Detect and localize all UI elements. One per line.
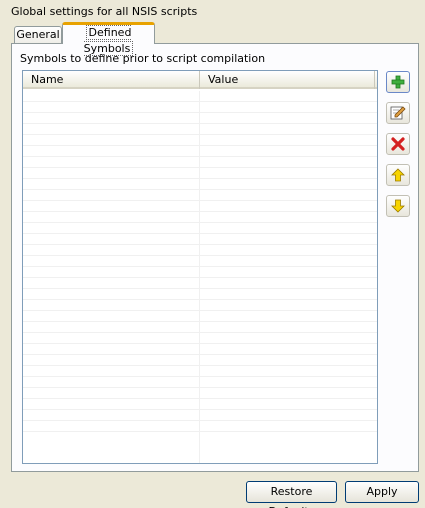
tab-defined-symbols[interactable]: Defined Symbols (62, 22, 155, 56)
empty-table-row (23, 322, 377, 333)
edit-symbol-button[interactable] (386, 102, 410, 124)
empty-table-row (23, 212, 377, 223)
panel-description: Symbols to define prior to script compil… (20, 52, 266, 65)
restore-defaults-button[interactable]: Restore Defaults (246, 481, 337, 508)
empty-table-row (23, 124, 377, 135)
page-title: Global settings for all NSIS scripts (11, 5, 198, 18)
empty-table-row (23, 234, 377, 245)
empty-table-row (23, 113, 377, 124)
column-header-value[interactable]: Value (200, 71, 374, 89)
empty-table-row (23, 201, 377, 212)
add-icon (391, 75, 405, 89)
empty-table-row (23, 333, 377, 344)
apply-button[interactable]: Apply (345, 481, 419, 503)
move-up-button[interactable] (386, 164, 410, 186)
empty-table-row (23, 135, 377, 146)
empty-table-row (23, 311, 377, 322)
empty-table-row (23, 300, 377, 311)
symbols-table[interactable]: Name Value (22, 70, 378, 464)
empty-table-row (23, 179, 377, 190)
empty-table-row (23, 377, 377, 388)
empty-table-row (23, 102, 377, 113)
empty-table-row (23, 256, 377, 267)
tab-defined-symbols-label: Defined Symbols (83, 25, 134, 56)
empty-table-row (23, 366, 377, 377)
empty-table-row (23, 289, 377, 300)
add-symbol-button[interactable] (386, 71, 410, 93)
table-header: Name Value (23, 71, 377, 89)
empty-table-row (23, 245, 377, 256)
defined-symbols-panel: Symbols to define prior to script compil… (11, 43, 419, 472)
column-header-name[interactable]: Name (23, 71, 200, 89)
empty-table-row (23, 267, 377, 278)
empty-table-row (23, 399, 377, 410)
edit-icon (390, 105, 406, 121)
column-header-filler (374, 71, 377, 89)
empty-table-row (23, 421, 377, 432)
table-rows (23, 91, 377, 463)
empty-table-row (23, 278, 377, 289)
empty-table-row (23, 157, 377, 168)
empty-table-row (23, 410, 377, 421)
delete-icon (391, 137, 405, 151)
empty-table-row (23, 146, 377, 157)
empty-table-row (23, 388, 377, 399)
move-up-icon (391, 168, 405, 182)
empty-table-row (23, 91, 377, 102)
empty-table-row (23, 190, 377, 201)
empty-table-row (23, 344, 377, 355)
tab-general-label: General (16, 28, 60, 41)
empty-table-row (23, 355, 377, 366)
delete-symbol-button[interactable] (386, 133, 410, 155)
empty-table-row (23, 223, 377, 234)
empty-table-row (23, 168, 377, 179)
move-down-icon (391, 199, 405, 213)
move-down-button[interactable] (386, 195, 410, 217)
